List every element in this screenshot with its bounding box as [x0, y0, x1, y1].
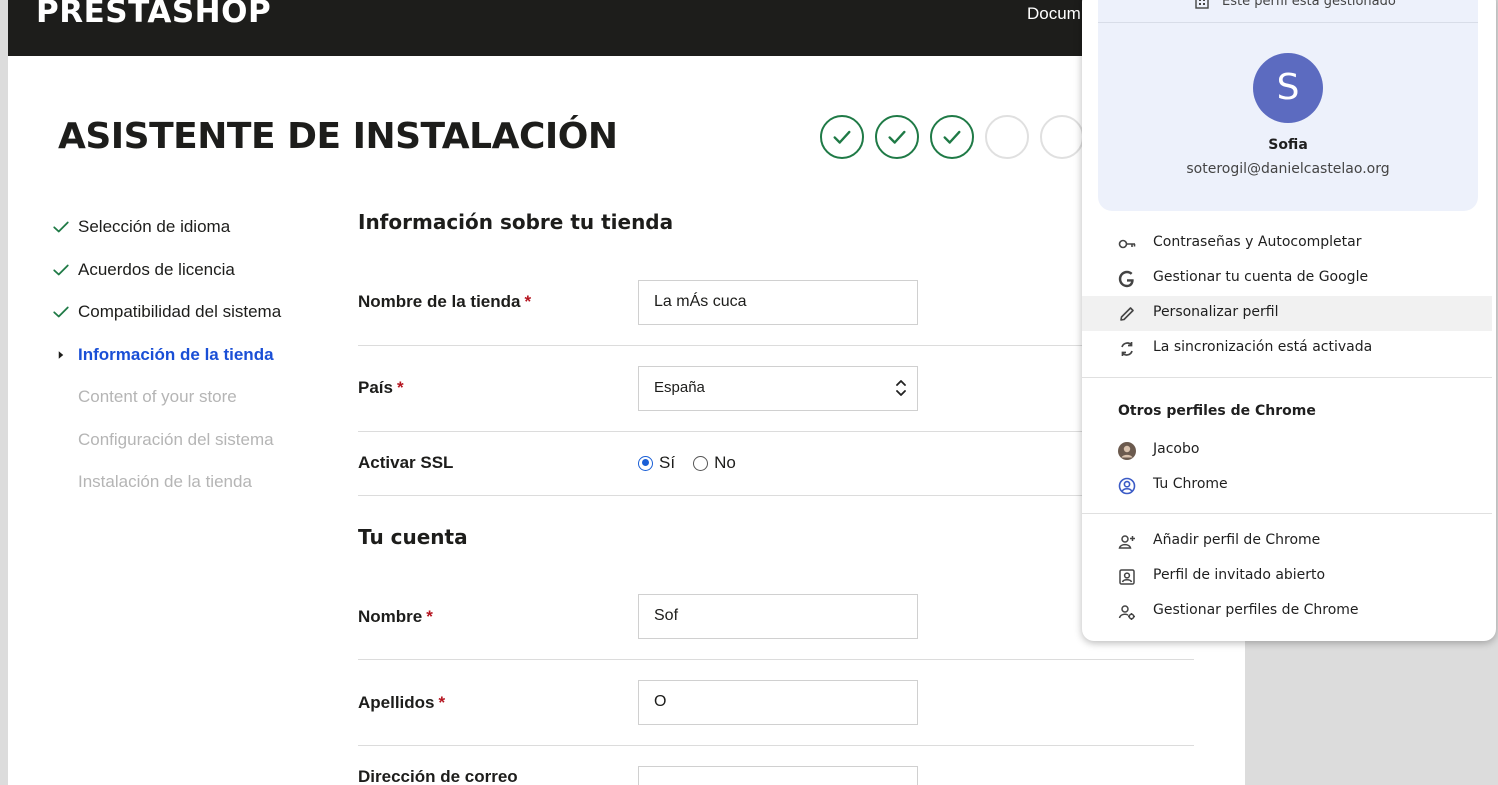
- building-icon: [1195, 0, 1209, 9]
- prestashop-logo[interactable]: PRESTASHOP: [36, 0, 271, 30]
- account-circle-icon: [1118, 477, 1136, 495]
- menu-item-label: Gestionar tu cuenta de Google: [1153, 269, 1369, 285]
- wizard-sidebar: Selección de idioma Acuerdos de licencia…: [52, 214, 281, 512]
- caret-right-icon: [58, 350, 64, 359]
- first-name-input[interactable]: Sof: [638, 594, 918, 639]
- menu-item-sync[interactable]: La sincronización está activada: [1082, 331, 1492, 366]
- country-label: País *: [358, 378, 404, 397]
- ssl-no-label[interactable]: No: [714, 453, 736, 473]
- progress-steps: [820, 115, 1084, 159]
- step-indicator-pending: [985, 115, 1029, 159]
- country-select-value: España: [654, 379, 705, 396]
- top-bar: PRESTASHOP Docum: [8, 0, 1245, 56]
- pencil-icon: [1120, 307, 1134, 321]
- check-icon: [53, 264, 69, 275]
- sidebar-item-label: Content of your store: [78, 387, 237, 406]
- managed-profile-text: Este perfil está gestionado: [1222, 0, 1396, 9]
- country-select[interactable]: España: [638, 366, 918, 411]
- menu-item-label: Perfil de invitado abierto: [1153, 567, 1326, 583]
- chrome-profile-menu: Este perfil está gestionado S Sofia sote…: [1082, 0, 1496, 641]
- key-icon: [1118, 239, 1136, 249]
- sidebar-item-label: Configuración del sistema: [78, 429, 274, 449]
- step-indicator-done: [930, 115, 974, 159]
- managed-profile-notice[interactable]: Este perfil está gestionado: [1098, 0, 1478, 23]
- avatar: S: [1253, 53, 1323, 123]
- step-indicator-done: [820, 115, 864, 159]
- sidebar-item-store-info[interactable]: Información de la tienda: [52, 342, 281, 385]
- first-name-row: Nombre * Sof: [358, 594, 1194, 660]
- profile-photo-icon: [1118, 442, 1136, 460]
- profile-email: soterogil@danielcastelao.org: [1186, 161, 1390, 177]
- check-icon: [833, 130, 851, 144]
- check-icon: [53, 221, 69, 233]
- menu-item-label: Contraseñas y Autocompletar: [1153, 234, 1362, 250]
- store-section-title: Información sobre tu tienda: [358, 210, 674, 234]
- email-input[interactable]: [638, 766, 918, 785]
- sidebar-item-language[interactable]: Selección de idioma: [52, 214, 281, 257]
- sidebar-item-label: Información de la tienda: [78, 344, 274, 364]
- check-icon: [888, 130, 906, 144]
- email-row: Dirección de correo: [358, 746, 1194, 785]
- other-profiles-title: Otros perfiles de Chrome: [1118, 403, 1316, 419]
- store-name-input[interactable]: La mÁs cuca: [638, 280, 918, 325]
- menu-divider: [1082, 377, 1492, 378]
- ssl-label: Activar SSL: [358, 453, 454, 472]
- sidebar-item-compatibility[interactable]: Compatibilidad del sistema: [52, 299, 281, 342]
- profile-card: S Sofia soterogil@danielcastelao.org: [1098, 23, 1478, 211]
- profile-name: Sofia: [1268, 137, 1308, 153]
- menu-item-guest-profile[interactable]: Perfil de invitado abierto: [1082, 559, 1492, 594]
- sidebar-item-content: Content of your store: [52, 384, 281, 427]
- step-indicator-done: [875, 115, 919, 159]
- country-row: País * España: [358, 346, 1194, 432]
- menu-item-add-profile[interactable]: Añadir perfil de Chrome: [1082, 524, 1492, 559]
- other-profile-jacobo[interactable]: Jacobo: [1082, 433, 1492, 468]
- sidebar-item-label: Compatibilidad del sistema: [78, 302, 282, 321]
- guest-icon: [1119, 569, 1135, 585]
- check-icon: [943, 130, 961, 144]
- sidebar-item-install: Instalación de la tienda: [52, 469, 281, 512]
- last-name-input[interactable]: O: [638, 680, 918, 725]
- select-arrows-icon: [896, 380, 906, 396]
- store-name-label: Nombre de la tienda *: [358, 292, 532, 311]
- menu-item-label: La sincronización está activada: [1153, 339, 1373, 355]
- page-title: ASISTENTE DE INSTALACIÓN: [58, 116, 618, 157]
- menu-item-manage-profiles[interactable]: Gestionar perfiles de Chrome: [1082, 594, 1492, 629]
- first-name-label: Nombre *: [358, 607, 433, 626]
- ssl-no-radio[interactable]: [693, 455, 709, 471]
- sidebar-item-system-config: Configuración del sistema: [52, 427, 281, 470]
- menu-item-customize-profile[interactable]: Personalizar perfil: [1082, 296, 1492, 331]
- google-icon: [1118, 270, 1134, 288]
- check-icon: [53, 306, 69, 318]
- sidebar-item-label: Selección de idioma: [78, 217, 231, 236]
- menu-item-label: Añadir perfil de Chrome: [1153, 532, 1321, 548]
- prestashop-page: PRESTASHOP Docum ASISTENTE DE INSTALACIÓ…: [8, 0, 1245, 785]
- manage-profiles-icon: [1118, 605, 1135, 620]
- other-profile-tu-chrome[interactable]: Tu Chrome: [1082, 468, 1492, 503]
- menu-item-label: Gestionar perfiles de Chrome: [1153, 602, 1359, 618]
- nav-documentation-link[interactable]: Docum: [1027, 4, 1081, 24]
- store-name-row: Nombre de la tienda * La mÁs cuca: [358, 280, 1194, 346]
- menu-item-label: Tu Chrome: [1153, 476, 1228, 492]
- sidebar-item-label: Acuerdos de licencia: [78, 259, 235, 279]
- menu-item-google-account[interactable]: Gestionar tu cuenta de Google: [1082, 261, 1492, 296]
- menu-divider: [1082, 513, 1492, 514]
- ssl-yes-label[interactable]: Sí: [659, 453, 675, 473]
- account-section-title: Tu cuenta: [358, 525, 468, 549]
- email-label: Dirección de correo: [358, 767, 518, 785]
- menu-item-passwords[interactable]: Contraseñas y Autocompletar: [1082, 226, 1492, 261]
- add-person-icon: [1118, 535, 1135, 549]
- last-name-label: Apellidos *: [358, 693, 446, 712]
- sync-icon: [1121, 342, 1133, 356]
- sidebar-item-license[interactable]: Acuerdos de licencia: [52, 257, 281, 300]
- ssl-row: Activar SSL Sí No: [358, 432, 1194, 496]
- last-name-row: Apellidos * O: [358, 660, 1194, 746]
- sidebar-item-label: Instalación de la tienda: [78, 472, 252, 491]
- ssl-yes-radio[interactable]: [638, 455, 653, 471]
- menu-item-label: Personalizar perfil: [1153, 304, 1279, 320]
- menu-item-label: Jacobo: [1153, 441, 1200, 457]
- ssl-radio-group: Sí No: [638, 453, 736, 473]
- step-indicator-pending: [1040, 115, 1084, 159]
